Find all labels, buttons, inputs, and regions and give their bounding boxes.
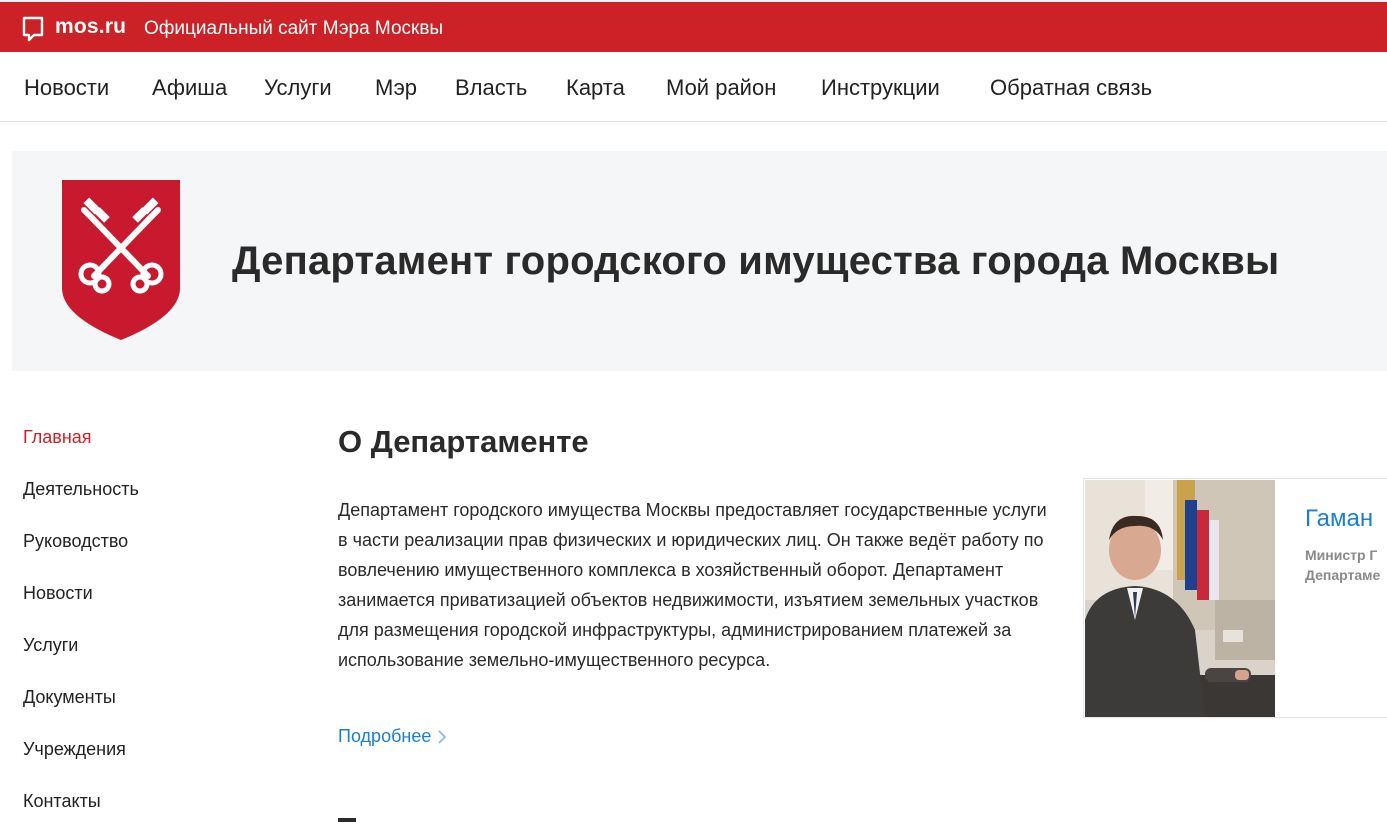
more-link-label: Подробнее: [338, 726, 432, 746]
nav-item-feedback[interactable]: Обратная связь: [990, 75, 1152, 101]
sidebar-item-activity[interactable]: Деятельность: [23, 479, 139, 500]
sidebar-item-home[interactable]: Главная: [23, 427, 92, 448]
nav-item-map[interactable]: Карта: [566, 75, 625, 101]
minister-role-line-1: Министр Г: [1305, 547, 1378, 563]
sidebar-item-contacts[interactable]: Контакты: [23, 791, 101, 812]
site-title: Официальный сайт Мэра Москвы: [144, 18, 444, 39]
minister-role-line-2: Департаме: [1305, 567, 1381, 583]
minister-name[interactable]: Гаман: [1305, 505, 1373, 533]
logo-text[interactable]: mos.ru: [55, 15, 126, 39]
sidebar-item-leadership[interactable]: Руководство: [23, 531, 128, 552]
sidebar-item-news[interactable]: Новости: [23, 583, 93, 604]
nav-item-news[interactable]: Новости: [24, 75, 109, 101]
minister-role: Министр Г Департаме: [1305, 545, 1380, 585]
mos-logo-icon[interactable]: [22, 16, 44, 42]
shield-crossed-keys-icon: [62, 180, 180, 340]
sidebar-item-institutions[interactable]: Учреждения: [23, 739, 126, 760]
more-link[interactable]: Подробнее: [338, 726, 447, 747]
minister-photo: [1085, 480, 1275, 717]
department-banner: Департамент городского имущества города …: [12, 151, 1387, 371]
sidebar-item-documents[interactable]: Документы: [23, 687, 116, 708]
nav-item-instructions[interactable]: Инструкции: [821, 75, 940, 101]
nav-item-afisha[interactable]: Афиша: [152, 75, 227, 101]
nav-item-services[interactable]: Услуги: [264, 75, 332, 101]
chevron-right-icon: [438, 729, 447, 744]
section-title: О Департаменте: [338, 424, 589, 459]
department-title: Департамент городского имущества города …: [232, 239, 1280, 283]
minister-card[interactable]: Гаман Министр Г Департаме: [1083, 478, 1387, 718]
nav-item-mayor[interactable]: Мэр: [375, 75, 417, 101]
next-section-heading-cut: [338, 814, 358, 826]
nav-item-my-district[interactable]: Мой район: [666, 75, 776, 101]
top-bar: mos.ru Официальный сайт Мэра Москвы: [0, 0, 1387, 52]
nav-item-government[interactable]: Власть: [455, 75, 527, 101]
sidebar-item-services[interactable]: Услуги: [23, 635, 78, 656]
about-text: Департамент городского имущества Москвы …: [338, 500, 1047, 670]
main-nav: Новости Афиша Услуги Мэр Власть Карта Мо…: [0, 52, 1387, 122]
